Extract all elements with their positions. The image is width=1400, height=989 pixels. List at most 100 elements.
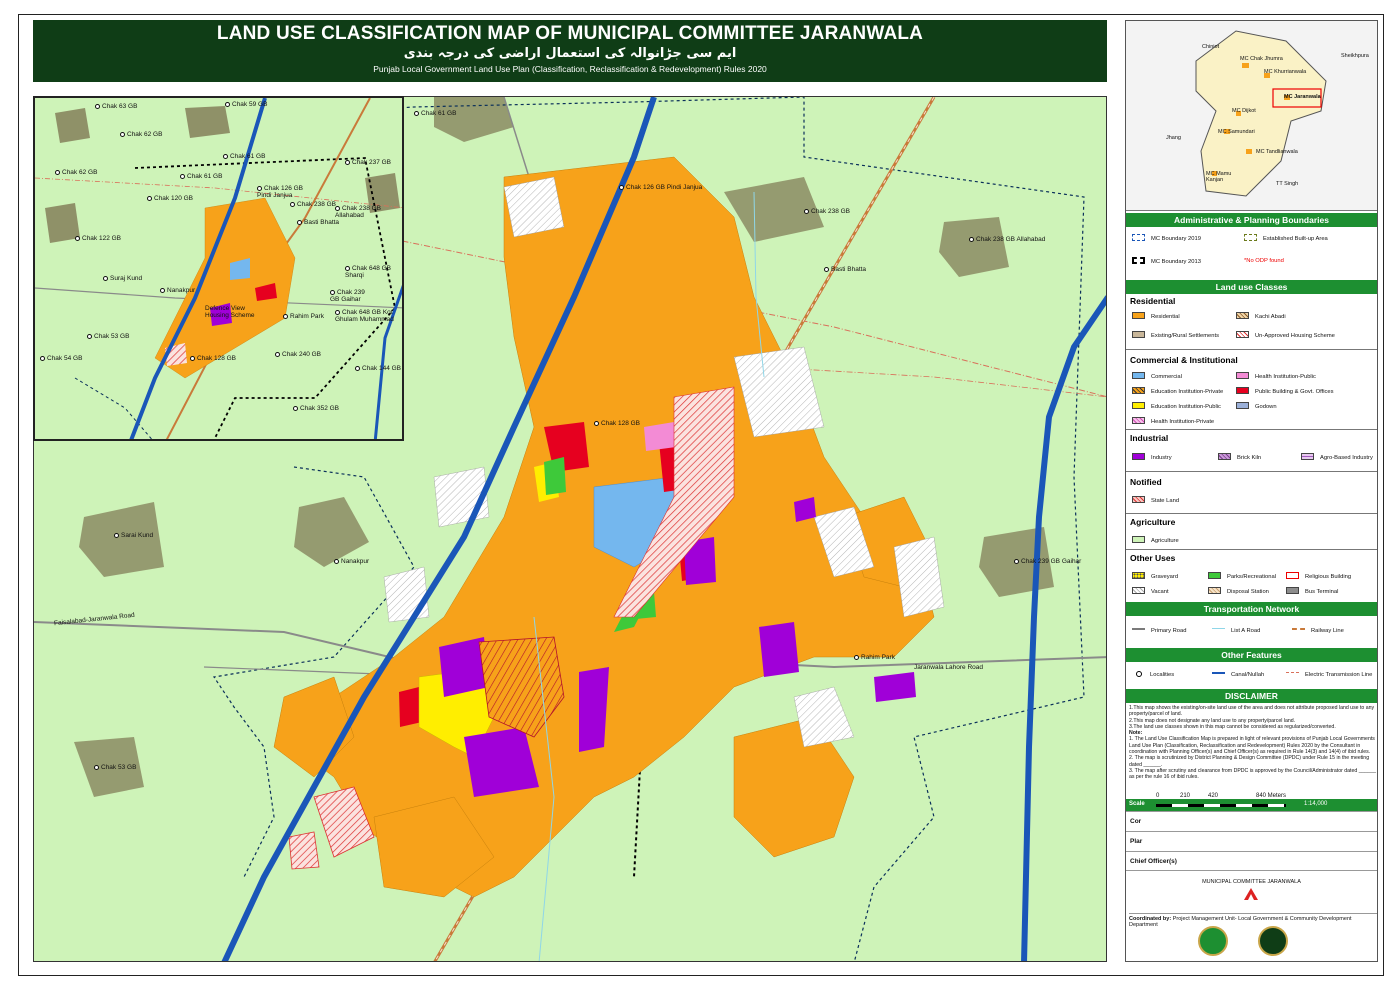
inset-label: Chak 238 GB Allahabad: [335, 205, 382, 219]
title-block: LAND USE CLASSIFICATION MAP OF MUNICIPAL…: [33, 20, 1107, 82]
legend-note-no-odp: *No ODP found: [1244, 258, 1284, 264]
punjab-govt-logo: [1198, 926, 1228, 956]
key-map: Chiniot MC Chak Jhumra Sheikhpura MC Khu…: [1126, 21, 1377, 211]
lg-cdd-logo: [1258, 926, 1288, 956]
legend-item: Existing/Rural Settlements: [1132, 331, 1219, 340]
consultant-logo: [1244, 887, 1258, 900]
inset-label: Chak 59 GB: [225, 101, 267, 109]
legend-item: Health Institution-Private: [1132, 417, 1214, 426]
legend-item: Brick Kiln: [1218, 453, 1261, 462]
legend-panel: Chiniot MC Chak Jhumra Sheikhpura MC Khu…: [1125, 20, 1378, 962]
map-title-urdu: ایم سی جڑانوالہ کی استعمال اراضی کی درجہ…: [403, 46, 737, 61]
key-map-canvas: [1126, 21, 1377, 210]
legend-item: Graveyard: [1132, 572, 1178, 581]
inset-label: Basti Bhatta: [297, 219, 339, 227]
inset-label: Chak 648 GB Sharqi: [345, 265, 392, 279]
legend-head-other: Other Features: [1126, 648, 1377, 662]
inset-label: Chak 648 GB Kot Ghulam Muhammad: [335, 309, 394, 323]
inset-label: Chak 238 GB: [290, 201, 336, 209]
inset-label: Chak 54 GB: [40, 355, 82, 363]
main-label: Chak 239 GB Gaihar: [1014, 558, 1081, 566]
legend-item: Agriculture: [1132, 536, 1179, 545]
legend-group-title: Residential: [1130, 296, 1176, 306]
inset-overview-map[interactable]: Chak 63 GB Chak 59 GB Chak 62 GB Chak 61…: [33, 96, 404, 441]
main-label: Chak 128 GB: [594, 420, 640, 428]
legend-item: Un-Approved Housing Scheme: [1236, 331, 1335, 340]
main-label: Basti Bhatta: [824, 266, 866, 274]
main-label: Chak 238 GB Allahabad: [969, 236, 1045, 244]
legend-item: Commercial: [1132, 372, 1182, 381]
legend-item: Residential: [1132, 312, 1180, 321]
key-map-place: Chiniot: [1202, 44, 1220, 50]
inset-label: Chak 126 GB Pindi Janjua: [257, 185, 304, 199]
main-label: Chak 238 GB: [804, 208, 850, 216]
legend-item: State Land: [1132, 496, 1179, 505]
inset-label: Rahim Park: [283, 313, 324, 321]
legend-item: Railway Line: [1292, 627, 1344, 635]
key-map-place: MC Mamu Kanjan: [1206, 171, 1232, 183]
key-map-place: MC Tandlianwala: [1256, 149, 1298, 155]
legend-item: Parks/Recreational: [1208, 572, 1276, 581]
key-map-place: Jhang: [1166, 135, 1181, 141]
locality-icon: [1136, 671, 1142, 677]
legend-head-admin: Administrative & Planning Boundaries: [1126, 213, 1377, 227]
inset-label: Chak 120 GB: [147, 195, 193, 203]
disclaimer-head: DISCLAIMER: [1126, 689, 1377, 703]
inset-label: Chak 240 GB: [275, 351, 321, 359]
legend-item: Health Institution-Public: [1236, 372, 1316, 381]
road-label: Jaranwala Lahore Road: [914, 664, 984, 671]
legend-head-transport: Transportation Network: [1126, 602, 1377, 616]
legend-item: MC Boundary 2019: [1132, 234, 1201, 243]
inset-label: Chak 62 GB: [120, 131, 162, 139]
legend-head-landuse: Land use Classes: [1126, 280, 1377, 294]
legend-item: Industry: [1132, 453, 1172, 462]
inset-label: Chak 61 GB: [223, 153, 265, 161]
inset-label: Chak 128 GB: [190, 355, 236, 363]
main-label: Chak 53 GB: [94, 764, 136, 772]
inset-label: Nanakpur: [160, 287, 195, 295]
legend-group-title: Industrial: [1130, 433, 1169, 443]
inset-label: Chak 62 GB: [55, 169, 97, 177]
key-map-place: MC Khurrianwala: [1264, 69, 1307, 75]
signature-row: Plar: [1126, 831, 1377, 851]
legend-item: Primary Road: [1132, 627, 1186, 635]
main-label: Chak 61 GB: [414, 110, 456, 118]
legend-item: Religious Building: [1286, 572, 1351, 581]
inset-label: Chak 352 GB: [293, 405, 339, 413]
legend-item: Education Institution-Private: [1132, 387, 1223, 396]
inset-label: Chak 144 GB: [355, 365, 401, 373]
key-map-place: MC Samundari: [1218, 129, 1255, 135]
footer-org: MUNICIPAL COMMITTEE JARANWALA: [1202, 879, 1301, 885]
legend-item: Localities: [1136, 671, 1174, 679]
legend-item: Bus Terminal: [1286, 587, 1338, 596]
inset-label: Defence View Housing Scheme: [205, 305, 255, 319]
key-map-place: MC Dijkot: [1232, 108, 1256, 114]
main-label: Chak 126 GB Pindi Janjua: [619, 184, 702, 192]
legend-item: Godown: [1236, 402, 1277, 411]
legend-item: Public Building & Govt. Offices: [1236, 387, 1334, 396]
main-label: Rahim Park: [854, 654, 895, 662]
legend-item: Vacant: [1132, 587, 1169, 596]
legend-item: Disposal Station: [1208, 587, 1269, 596]
inset-label: Chak 122 GB: [75, 235, 121, 243]
legend-item: Canal/Nullah: [1212, 671, 1264, 679]
inset-label: Chak 53 GB: [87, 333, 129, 341]
legend-item: Established Built-up Area: [1244, 234, 1328, 243]
legend-group-title: Other Uses: [1130, 553, 1176, 563]
inset-label: Chak 61 GB: [180, 173, 222, 181]
key-map-place: Sheikhpura: [1341, 53, 1369, 59]
legend-item: Agro-Based Industry: [1301, 453, 1373, 462]
key-map-place: MC Jaranwala: [1284, 94, 1321, 100]
map-title: LAND USE CLASSIFICATION MAP OF MUNICIPAL…: [216, 23, 924, 44]
main-label: Nanakpur: [334, 558, 369, 566]
legend-item: Kachi Abadi: [1236, 312, 1286, 321]
legend-item: List A Road: [1212, 627, 1260, 635]
legend-group-title: Agriculture: [1130, 517, 1176, 527]
legend-item: Electric Transmission Line: [1286, 671, 1372, 679]
legend-item: Education Institution-Public: [1132, 402, 1221, 411]
legend-item: MC Boundary 2013: [1132, 257, 1201, 266]
main-label: Sarai Kund: [114, 532, 153, 540]
inset-label: Suraj Kund: [103, 275, 142, 283]
legend-group-title: Notified: [1130, 477, 1162, 487]
inset-label: Chak 63 GB: [95, 103, 137, 111]
